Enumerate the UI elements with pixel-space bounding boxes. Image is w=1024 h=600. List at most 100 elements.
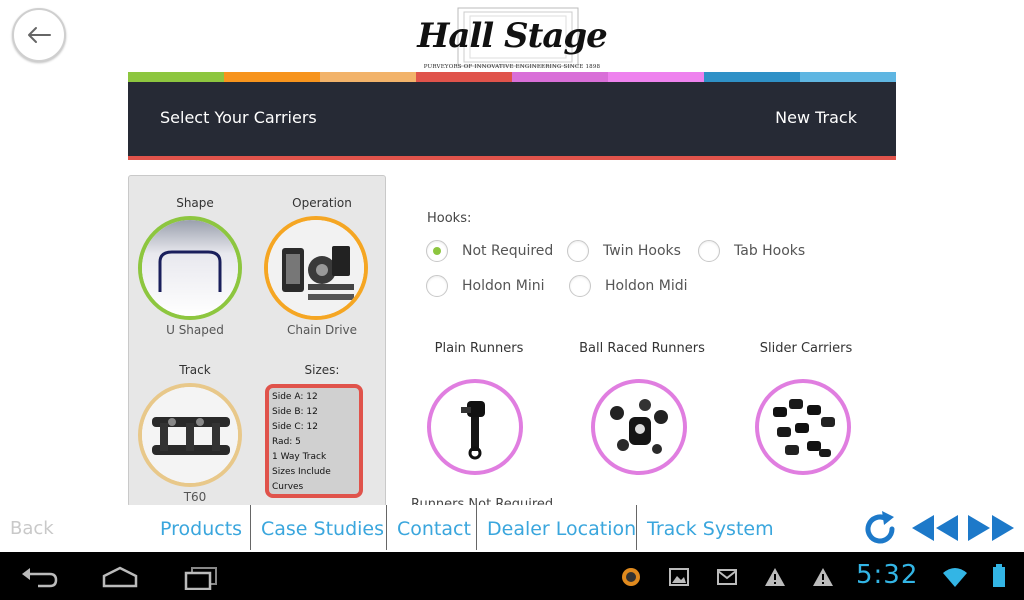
wifi-icon [943, 568, 967, 587]
radio-tab-hooks[interactable]: Tab Hooks [698, 240, 805, 262]
track-title: Track [179, 363, 211, 377]
operation-caption: Chain Drive [286, 323, 358, 337]
radio-not-required[interactable]: Not Required [426, 240, 553, 262]
strip-segment [416, 72, 512, 82]
arrow-left-icon [28, 27, 51, 43]
track-image[interactable] [138, 383, 242, 487]
circle-app-icon [622, 568, 640, 586]
size-line: Sizes Include Curves [272, 467, 331, 492]
nav-track-system[interactable]: Track System [647, 518, 774, 540]
slider-carrier-icon [773, 399, 835, 457]
nav-separator [476, 505, 477, 550]
refresh-button[interactable] [860, 509, 900, 549]
app-notification-icon [620, 566, 642, 592]
recents-icon [184, 567, 217, 591]
nav-separator [250, 505, 251, 550]
nav-separator [386, 505, 387, 550]
strip-segment [608, 72, 704, 82]
radio-label: Holdon Mini [462, 278, 545, 294]
chain-drive-icon [268, 220, 364, 316]
radio-button[interactable] [698, 240, 720, 262]
nav-contact[interactable]: Contact [397, 518, 471, 540]
hooks-label: Hooks: [427, 211, 472, 226]
track-icon [142, 387, 238, 483]
radio-holdon-mini[interactable]: Holdon Mini [426, 275, 545, 297]
size-line: 1 Way Track [272, 452, 327, 462]
plain-runner-icon [461, 401, 485, 460]
wifi-status [942, 565, 968, 593]
rewind-icon [912, 515, 958, 541]
radio-button[interactable] [569, 275, 591, 297]
plain-runners-option[interactable] [427, 379, 523, 475]
next-button[interactable] [966, 513, 1016, 543]
warning-icon [813, 568, 833, 586]
strip-segment [224, 72, 320, 82]
bottom-navigation: Back Products Case Studies Contact Deale… [0, 505, 1024, 552]
back-arrow-button[interactable] [12, 8, 66, 62]
strip-segment [800, 72, 896, 82]
shape-caption: U Shaped [166, 323, 224, 337]
back-icon [22, 568, 58, 588]
page-title: Select Your Carriers [160, 108, 317, 127]
size-line: Side A: 12 [272, 392, 318, 402]
logo-tagline: PURVEYORS OF INNOVATIVE ENGINEERING SINC… [423, 64, 601, 70]
radio-label: Holdon Midi [605, 278, 688, 294]
shape-title: Shape [176, 196, 214, 210]
back-link[interactable]: Back [10, 518, 54, 539]
nav-products[interactable]: Products [160, 518, 242, 540]
shape-image[interactable] [138, 216, 242, 320]
strip-segment [128, 72, 224, 82]
size-line: Side B: 12 [272, 407, 318, 417]
ball-raced-runners-title: Ball Raced Runners [579, 341, 705, 356]
battery-icon [993, 564, 1005, 587]
fast-forward-icon [968, 515, 1014, 541]
radio-selected-dot [433, 247, 441, 255]
system-back-button[interactable] [20, 564, 60, 590]
new-track-label[interactable]: New Track [775, 108, 857, 127]
system-home-button[interactable] [100, 564, 140, 590]
radio-button[interactable] [426, 240, 448, 262]
radio-label: Not Required [462, 243, 554, 259]
track-caption: T60 [183, 490, 207, 504]
radio-button[interactable] [426, 275, 448, 297]
radio-label: Tab Hooks [734, 243, 806, 259]
ball-raced-runner-icon [610, 399, 668, 454]
strip-segment [320, 72, 416, 82]
radio-button[interactable] [567, 240, 589, 262]
u-shape-icon [142, 220, 238, 316]
warning-notification-icon [764, 566, 786, 592]
system-recents-button[interactable] [180, 564, 220, 591]
image-notification-icon [668, 566, 690, 592]
sizes-title: Sizes: [304, 363, 340, 377]
sizes-box: Side A: 12 Side B: 12 Side C: 12 Rad: 5 … [265, 384, 363, 498]
warning-notification-icon-2 [812, 566, 834, 592]
mail-icon [717, 569, 737, 585]
operation-image[interactable] [264, 216, 368, 320]
slider-carriers-title: Slider Carriers [759, 341, 853, 356]
gmail-notification-icon [716, 566, 738, 592]
nav-case-studies[interactable]: Case Studies [261, 518, 384, 540]
warning-icon [765, 568, 785, 586]
header-bar: Select Your Carriers New Track [128, 82, 896, 160]
strip-segment [704, 72, 800, 82]
plain-runners-title: Plain Runners [434, 341, 524, 356]
radio-label: Twin Hooks [603, 243, 681, 259]
home-icon [102, 566, 138, 588]
previous-button[interactable] [910, 513, 960, 543]
size-line: Side C: 12 [272, 422, 318, 432]
slider-carriers-option[interactable] [755, 379, 851, 475]
hall-stage-logo: Hall Stage PURVEYORS OF INNOVATIVE ENGIN… [412, 6, 612, 72]
system-navigation-bar: 5:32 [0, 552, 1024, 600]
operation-title: Operation [292, 196, 352, 210]
strip-segment [512, 72, 608, 82]
nav-dealer-location[interactable]: Dealer Location [487, 518, 636, 540]
gallery-icon [669, 568, 689, 586]
ball-raced-runners-option[interactable] [591, 379, 687, 475]
color-strip [128, 72, 896, 82]
status-clock: 5:32 [856, 560, 919, 590]
radio-twin-hooks[interactable]: Twin Hooks [567, 240, 681, 262]
radio-holdon-midi[interactable]: Holdon Midi [569, 275, 688, 297]
size-line: Rad: 5 [272, 437, 301, 447]
logo-name: Hall Stage [417, 16, 608, 56]
selection-summary-panel: Shape U Shaped Operation Chain Drive Tra… [128, 175, 386, 507]
